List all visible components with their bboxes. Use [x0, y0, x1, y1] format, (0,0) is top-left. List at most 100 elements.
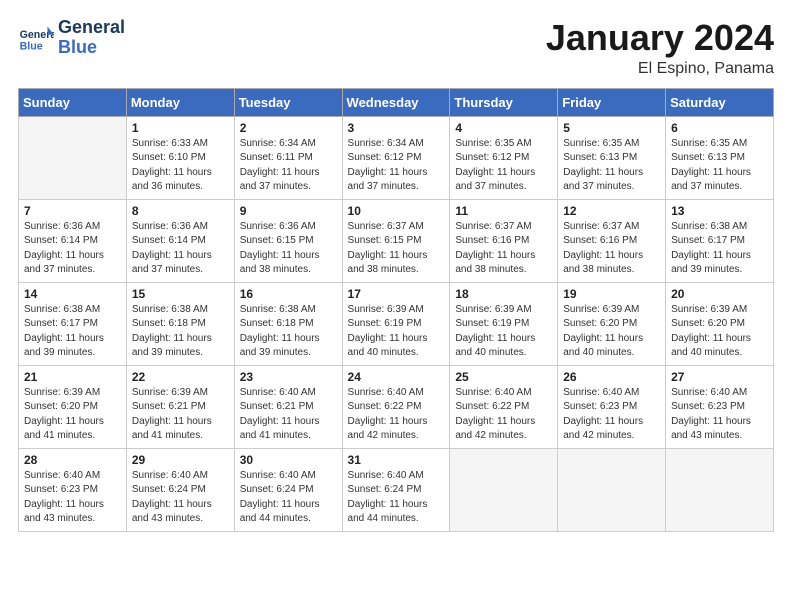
calendar-cell: 30Sunrise: 6:40 AMSunset: 6:24 PMDayligh… [234, 448, 342, 531]
week-row-4: 28 Sunrise: 6:40 AMSunset: 6:23 PMDayligh… [19, 448, 774, 531]
day-number: 13 [671, 204, 768, 218]
cell-info: Sunrise: 6:40 AMSunset: 6:23 PMDaylight:… [563, 386, 660, 444]
calendar-cell: 25 Sunrise: 6:40 AMSunset: 6:22 PMDayligh… [450, 365, 558, 448]
day-number: 29 [132, 453, 229, 467]
calendar-cell: 11 Sunrise: 6:37 AMSunset: 6:16 PMDayligh… [450, 199, 558, 282]
day-number: 4 [455, 121, 552, 135]
day-number: 11 [455, 204, 552, 218]
day-number: 3 [348, 121, 445, 135]
calendar-cell: 4 Sunrise: 6:35 AMSunset: 6:12 PMDaylight… [450, 116, 558, 199]
cell-info: Sunrise: 6:40 AMSunset: 6:22 PMDaylight:… [348, 386, 445, 444]
cell-info: Sunrise: 6:40 AMSunset: 6:22 PMDaylight:… [455, 386, 552, 444]
cell-info: Sunrise: 6:39 AMSunset: 6:20 PMDaylight:… [671, 303, 768, 361]
location: El Espino, Panama [546, 60, 774, 78]
cell-info: Sunrise: 6:35 AMSunset: 6:12 PMDaylight:… [455, 137, 552, 195]
logo-blue: Blue [58, 38, 125, 58]
calendar-cell: 6 Sunrise: 6:35 AMSunset: 6:13 PMDaylight… [666, 116, 774, 199]
day-number: 21 [24, 370, 121, 384]
calendar-header-row: SundayMondayTuesdayWednesdayThursdayFrid… [19, 88, 774, 116]
calendar-cell: 13 Sunrise: 6:38 AMSunset: 6:17 PMDayligh… [666, 199, 774, 282]
day-number: 7 [24, 204, 121, 218]
logo-general: General [58, 18, 125, 38]
day-number: 5 [563, 121, 660, 135]
cell-info: Sunrise: 6:35 AMSunset: 6:13 PMDaylight:… [563, 137, 660, 195]
cell-info: Sunrise: 6:34 AMSunset: 6:12 PMDaylight:… [348, 137, 445, 195]
cell-info: Sunrise: 6:40 AMSunset: 6:23 PMDaylight:… [24, 469, 121, 527]
day-number: 28 [24, 453, 121, 467]
calendar-cell: 5 Sunrise: 6:35 AMSunset: 6:13 PMDaylight… [558, 116, 666, 199]
week-row-0: 1 Sunrise: 6:33 AMSunset: 6:10 PMDaylight… [19, 116, 774, 199]
calendar-cell: 23 Sunrise: 6:40 AMSunset: 6:21 PMDayligh… [234, 365, 342, 448]
calendar-cell: 17 Sunrise: 6:39 AMSunset: 6:19 PMDayligh… [342, 282, 450, 365]
calendar-cell: 14Sunrise: 6:38 AMSunset: 6:17 PMDayligh… [19, 282, 127, 365]
calendar-cell: 31Sunrise: 6:40 AMSunset: 6:24 PMDayligh… [342, 448, 450, 531]
day-number: 18 [455, 287, 552, 301]
calendar-cell: 15 Sunrise: 6:38 AMSunset: 6:18 PMDayligh… [126, 282, 234, 365]
calendar-cell: 20 Sunrise: 6:39 AMSunset: 6:20 PMDayligh… [666, 282, 774, 365]
cell-info: Sunrise: 6:36 AMSunset: 6:14 PMDaylight:… [132, 220, 229, 278]
day-number: 6 [671, 121, 768, 135]
calendar-cell: 12Sunrise: 6:37 AMSunset: 6:16 PMDayligh… [558, 199, 666, 282]
cell-info: Sunrise: 6:38 AMSunset: 6:17 PMDaylight:… [671, 220, 768, 278]
logo-icon: General Blue [18, 20, 54, 56]
day-number: 23 [240, 370, 337, 384]
calendar-cell: 3 Sunrise: 6:34 AMSunset: 6:12 PMDaylight… [342, 116, 450, 199]
calendar-cell: 18 Sunrise: 6:39 AMSunset: 6:19 PMDayligh… [450, 282, 558, 365]
col-header-wednesday: Wednesday [342, 88, 450, 116]
day-number: 17 [348, 287, 445, 301]
day-number: 24 [348, 370, 445, 384]
cell-info: Sunrise: 6:33 AMSunset: 6:10 PMDaylight:… [132, 137, 229, 195]
day-number: 9 [240, 204, 337, 218]
col-header-thursday: Thursday [450, 88, 558, 116]
calendar-cell: 22 Sunrise: 6:39 AMSunset: 6:21 PMDayligh… [126, 365, 234, 448]
calendar-cell: 10 Sunrise: 6:37 AMSunset: 6:15 PMDayligh… [342, 199, 450, 282]
cell-info: Sunrise: 6:36 AMSunset: 6:14 PMDaylight:… [24, 220, 121, 278]
cell-info: Sunrise: 6:37 AMSunset: 6:16 PMDaylight:… [563, 220, 660, 278]
day-number: 16 [240, 287, 337, 301]
cell-info: Sunrise: 6:39 AMSunset: 6:21 PMDaylight:… [132, 386, 229, 444]
cell-info: Sunrise: 6:40 AMSunset: 6:21 PMDaylight:… [240, 386, 337, 444]
cell-info: Sunrise: 6:38 AMSunset: 6:18 PMDaylight:… [132, 303, 229, 361]
calendar-table: SundayMondayTuesdayWednesdayThursdayFrid… [18, 88, 774, 532]
calendar-cell: 2Sunrise: 6:34 AMSunset: 6:11 PMDaylight… [234, 116, 342, 199]
week-row-1: 7 Sunrise: 6:36 AMSunset: 6:14 PMDaylight… [19, 199, 774, 282]
calendar-cell: 9 Sunrise: 6:36 AMSunset: 6:15 PMDaylight… [234, 199, 342, 282]
month-title: January 2024 [546, 18, 774, 58]
calendar-cell: 28 Sunrise: 6:40 AMSunset: 6:23 PMDayligh… [19, 448, 127, 531]
day-number: 27 [671, 370, 768, 384]
calendar-cell: 16 Sunrise: 6:38 AMSunset: 6:18 PMDayligh… [234, 282, 342, 365]
cell-info: Sunrise: 6:40 AMSunset: 6:24 PMDaylight:… [132, 469, 229, 527]
cell-info: Sunrise: 6:36 AMSunset: 6:15 PMDaylight:… [240, 220, 337, 278]
cell-info: Sunrise: 6:35 AMSunset: 6:13 PMDaylight:… [671, 137, 768, 195]
day-number: 22 [132, 370, 229, 384]
col-header-friday: Friday [558, 88, 666, 116]
page: General Blue General Blue January 2024 E… [0, 0, 792, 612]
calendar-cell: 24 Sunrise: 6:40 AMSunset: 6:22 PMDayligh… [342, 365, 450, 448]
header: General Blue General Blue January 2024 E… [18, 18, 774, 78]
day-number: 10 [348, 204, 445, 218]
cell-info: Sunrise: 6:37 AMSunset: 6:16 PMDaylight:… [455, 220, 552, 278]
calendar-cell [19, 116, 127, 199]
day-number: 1 [132, 121, 229, 135]
cell-info: Sunrise: 6:39 AMSunset: 6:19 PMDaylight:… [455, 303, 552, 361]
cell-info: Sunrise: 6:40 AMSunset: 6:24 PMDaylight:… [348, 469, 445, 527]
cell-info: Sunrise: 6:38 AMSunset: 6:18 PMDaylight:… [240, 303, 337, 361]
day-number: 25 [455, 370, 552, 384]
day-number: 15 [132, 287, 229, 301]
cell-info: Sunrise: 6:34 AMSunset: 6:11 PMDaylight:… [240, 137, 337, 195]
week-row-2: 14Sunrise: 6:38 AMSunset: 6:17 PMDayligh… [19, 282, 774, 365]
logo: General Blue General Blue [18, 18, 125, 58]
cell-info: Sunrise: 6:39 AMSunset: 6:20 PMDaylight:… [563, 303, 660, 361]
day-number: 19 [563, 287, 660, 301]
cell-info: Sunrise: 6:40 AMSunset: 6:24 PMDaylight:… [240, 469, 337, 527]
col-header-sunday: Sunday [19, 88, 127, 116]
cell-info: Sunrise: 6:39 AMSunset: 6:19 PMDaylight:… [348, 303, 445, 361]
col-header-tuesday: Tuesday [234, 88, 342, 116]
calendar-cell: 8Sunrise: 6:36 AMSunset: 6:14 PMDaylight… [126, 199, 234, 282]
calendar-cell: 21 Sunrise: 6:39 AMSunset: 6:20 PMDayligh… [19, 365, 127, 448]
calendar-cell [558, 448, 666, 531]
cell-info: Sunrise: 6:39 AMSunset: 6:20 PMDaylight:… [24, 386, 121, 444]
day-number: 20 [671, 287, 768, 301]
calendar-cell: 27Sunrise: 6:40 AMSunset: 6:23 PMDayligh… [666, 365, 774, 448]
cell-info: Sunrise: 6:37 AMSunset: 6:15 PMDaylight:… [348, 220, 445, 278]
